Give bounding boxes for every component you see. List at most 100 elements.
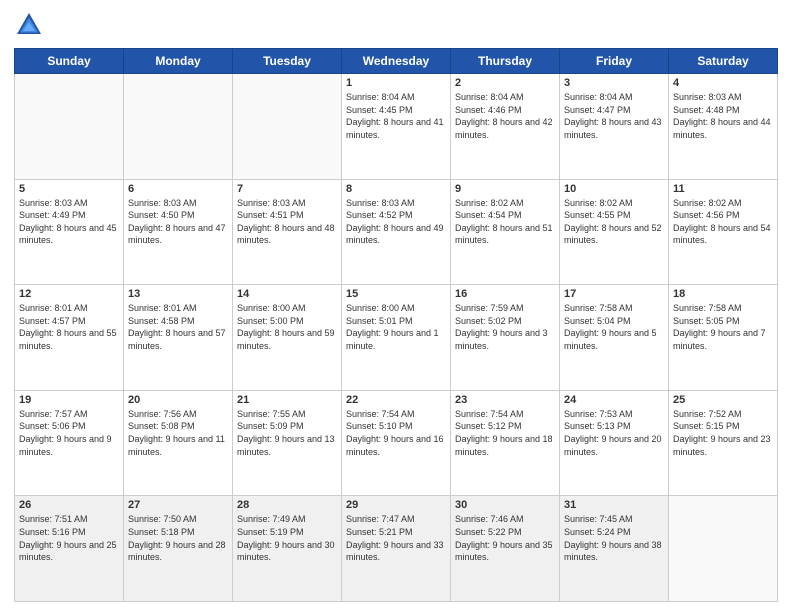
day-info: Sunrise: 8:03 AM Sunset: 4:48 PM Dayligh… [673,91,773,141]
day-number: 8 [346,183,446,195]
day-info: Sunrise: 7:49 AM Sunset: 5:19 PM Dayligh… [237,513,337,563]
calendar-cell [233,74,342,180]
calendar-cell: 5 Sunrise: 8:03 AM Sunset: 4:49 PM Daylig… [15,179,124,285]
day-info: Sunrise: 7:56 AM Sunset: 5:08 PM Dayligh… [128,408,228,458]
page: SundayMondayTuesdayWednesdayThursdayFrid… [0,0,792,612]
day-info: Sunrise: 7:55 AM Sunset: 5:09 PM Dayligh… [237,408,337,458]
day-info: Sunrise: 7:53 AM Sunset: 5:13 PM Dayligh… [564,408,664,458]
day-number: 3 [564,77,664,89]
day-info: Sunrise: 8:03 AM Sunset: 4:50 PM Dayligh… [128,197,228,247]
day-info: Sunrise: 8:00 AM Sunset: 5:01 PM Dayligh… [346,302,446,352]
calendar-cell: 20 Sunrise: 7:56 AM Sunset: 5:08 PM Dayli… [124,390,233,496]
day-number: 10 [564,183,664,195]
logo [14,10,48,40]
day-info: Sunrise: 8:03 AM Sunset: 4:51 PM Dayligh… [237,197,337,247]
day-number: 18 [673,288,773,300]
day-info: Sunrise: 7:46 AM Sunset: 5:22 PM Dayligh… [455,513,555,563]
calendar-cell: 16 Sunrise: 7:59 AM Sunset: 5:02 PM Dayli… [451,285,560,391]
weekday-header-sunday: Sunday [15,49,124,74]
week-row-3: 12 Sunrise: 8:01 AM Sunset: 4:57 PM Dayli… [15,285,778,391]
day-number: 2 [455,77,555,89]
calendar-cell: 25Sunrise: 7:52 AM Sunset: 5:15 PM Dayli… [669,390,778,496]
day-number: 27 [128,499,228,511]
calendar-cell: 2 Sunrise: 8:04 AM Sunset: 4:46 PM Daylig… [451,74,560,180]
day-number: 30 [455,499,555,511]
day-info: Sunrise: 7:59 AM Sunset: 5:02 PM Dayligh… [455,302,555,352]
day-info: Sunrise: 7:58 AM Sunset: 5:04 PM Dayligh… [564,302,664,352]
weekday-header-row: SundayMondayTuesdayWednesdayThursdayFrid… [15,49,778,74]
day-number: 6 [128,183,228,195]
day-info: Sunrise: 7:51 AM Sunset: 5:16 PM Dayligh… [19,513,119,563]
calendar-cell: 14 Sunrise: 8:00 AM Sunset: 5:00 PM Dayli… [233,285,342,391]
day-info: Sunrise: 8:01 AM Sunset: 4:57 PM Dayligh… [19,302,119,352]
calendar-cell [15,74,124,180]
weekday-header-monday: Monday [124,49,233,74]
day-info: Sunrise: 8:00 AM Sunset: 5:00 PM Dayligh… [237,302,337,352]
day-info: Sunrise: 7:58 AM Sunset: 5:05 PM Dayligh… [673,302,773,352]
week-row-1: 1 Sunrise: 8:04 AM Sunset: 4:45 PM Daylig… [15,74,778,180]
day-number: 5 [19,183,119,195]
weekday-header-wednesday: Wednesday [342,49,451,74]
calendar-cell: 17Sunrise: 7:58 AM Sunset: 5:04 PM Dayli… [560,285,669,391]
calendar-cell: 23 Sunrise: 7:54 AM Sunset: 5:12 PM Dayli… [451,390,560,496]
calendar-cell: 29 Sunrise: 7:47 AM Sunset: 5:21 PM Dayli… [342,496,451,602]
day-number: 7 [237,183,337,195]
calendar-cell: 13 Sunrise: 8:01 AM Sunset: 4:58 PM Dayli… [124,285,233,391]
day-number: 12 [19,288,119,300]
day-number: 19 [19,394,119,406]
calendar-cell: 26 Sunrise: 7:51 AM Sunset: 5:16 PM Dayli… [15,496,124,602]
day-info: Sunrise: 8:01 AM Sunset: 4:58 PM Dayligh… [128,302,228,352]
day-info: Sunrise: 7:57 AM Sunset: 5:06 PM Dayligh… [19,408,119,458]
day-number: 20 [128,394,228,406]
day-number: 25 [673,394,773,406]
day-info: Sunrise: 8:02 AM Sunset: 4:54 PM Dayligh… [455,197,555,247]
week-row-2: 5 Sunrise: 8:03 AM Sunset: 4:49 PM Daylig… [15,179,778,285]
day-number: 11 [673,183,773,195]
calendar-cell: 31Sunrise: 7:45 AM Sunset: 5:24 PM Dayli… [560,496,669,602]
calendar-cell: 27 Sunrise: 7:50 AM Sunset: 5:18 PM Dayli… [124,496,233,602]
week-row-5: 26 Sunrise: 7:51 AM Sunset: 5:16 PM Dayli… [15,496,778,602]
day-info: Sunrise: 7:54 AM Sunset: 5:12 PM Dayligh… [455,408,555,458]
calendar-cell: 21 Sunrise: 7:55 AM Sunset: 5:09 PM Dayli… [233,390,342,496]
day-number: 1 [346,77,446,89]
weekday-header-thursday: Thursday [451,49,560,74]
day-info: Sunrise: 7:50 AM Sunset: 5:18 PM Dayligh… [128,513,228,563]
day-info: Sunrise: 7:45 AM Sunset: 5:24 PM Dayligh… [564,513,664,563]
day-info: Sunrise: 8:03 AM Sunset: 4:49 PM Dayligh… [19,197,119,247]
day-info: Sunrise: 8:04 AM Sunset: 4:45 PM Dayligh… [346,91,446,141]
calendar-cell: 4 Sunrise: 8:03 AM Sunset: 4:48 PM Daylig… [669,74,778,180]
header [14,10,778,40]
calendar-cell: 28 Sunrise: 7:49 AM Sunset: 5:19 PM Dayli… [233,496,342,602]
day-number: 29 [346,499,446,511]
calendar-cell: 24 Sunrise: 7:53 AM Sunset: 5:13 PM Dayli… [560,390,669,496]
day-info: Sunrise: 8:02 AM Sunset: 4:55 PM Dayligh… [564,197,664,247]
calendar-cell: 11Sunrise: 8:02 AM Sunset: 4:56 PM Dayli… [669,179,778,285]
day-info: Sunrise: 8:04 AM Sunset: 4:46 PM Dayligh… [455,91,555,141]
weekday-header-saturday: Saturday [669,49,778,74]
day-number: 21 [237,394,337,406]
day-number: 28 [237,499,337,511]
day-number: 24 [564,394,664,406]
calendar-cell: 9Sunrise: 8:02 AM Sunset: 4:54 PM Daylig… [451,179,560,285]
day-info: Sunrise: 8:04 AM Sunset: 4:47 PM Dayligh… [564,91,664,141]
calendar-cell: 3 Sunrise: 8:04 AM Sunset: 4:47 PM Daylig… [560,74,669,180]
day-number: 23 [455,394,555,406]
calendar-cell: 8 Sunrise: 8:03 AM Sunset: 4:52 PM Daylig… [342,179,451,285]
day-number: 4 [673,77,773,89]
calendar-cell: 6 Sunrise: 8:03 AM Sunset: 4:50 PM Daylig… [124,179,233,285]
logo-icon [14,10,44,40]
calendar-cell: 18 Sunrise: 7:58 AM Sunset: 5:05 PM Dayli… [669,285,778,391]
weekday-header-tuesday: Tuesday [233,49,342,74]
day-number: 15 [346,288,446,300]
day-number: 26 [19,499,119,511]
day-number: 14 [237,288,337,300]
calendar-cell: 30 Sunrise: 7:46 AM Sunset: 5:22 PM Dayli… [451,496,560,602]
day-number: 13 [128,288,228,300]
calendar-cell: 19 Sunrise: 7:57 AM Sunset: 5:06 PM Dayli… [15,390,124,496]
calendar-cell: 1 Sunrise: 8:04 AM Sunset: 4:45 PM Daylig… [342,74,451,180]
day-number: 16 [455,288,555,300]
calendar-cell: 10 Sunrise: 8:02 AM Sunset: 4:55 PM Dayli… [560,179,669,285]
calendar-table: SundayMondayTuesdayWednesdayThursdayFrid… [14,48,778,602]
day-info: Sunrise: 8:03 AM Sunset: 4:52 PM Dayligh… [346,197,446,247]
day-info: Sunrise: 7:47 AM Sunset: 5:21 PM Dayligh… [346,513,446,563]
